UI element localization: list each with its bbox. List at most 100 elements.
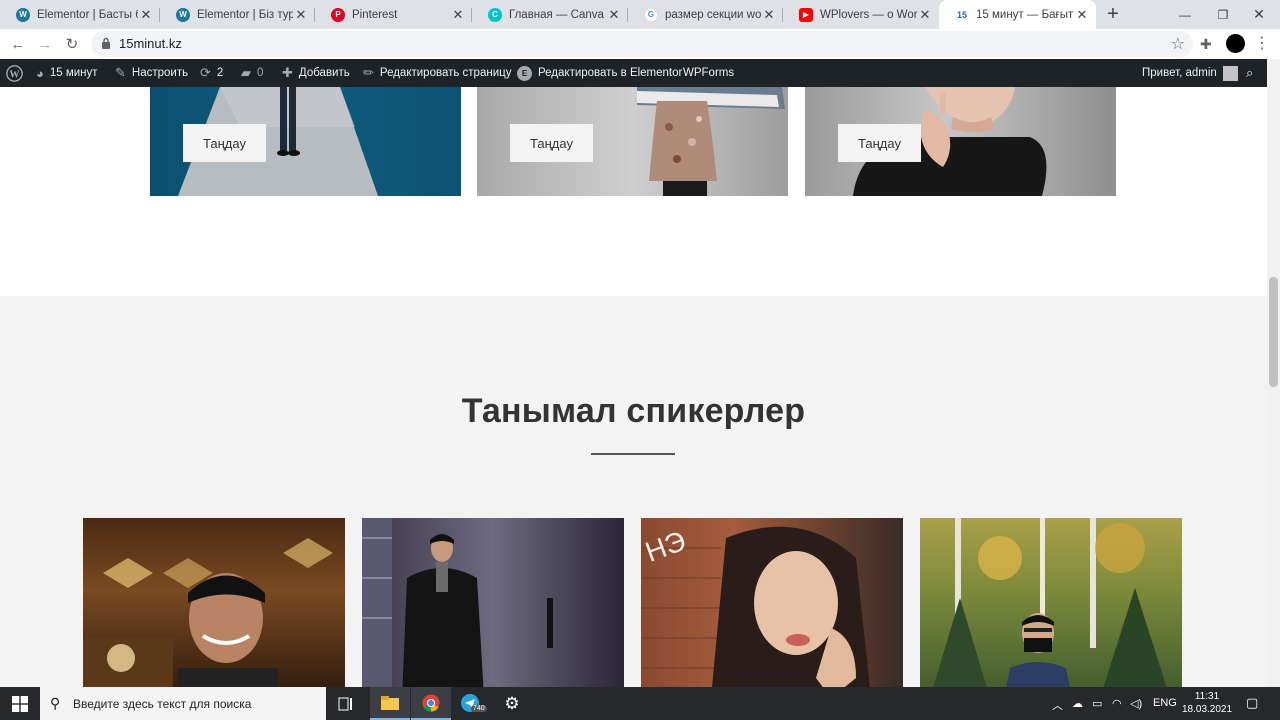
speaker-1-image xyxy=(83,538,333,687)
comments-count: 0 xyxy=(257,67,264,79)
pencil-icon: ✏ xyxy=(363,65,374,80)
speaker-photo-1[interactable] xyxy=(83,518,345,687)
new-tab-button[interactable]: + xyxy=(1102,4,1124,26)
windows-start-icon[interactable] xyxy=(12,696,28,712)
tab-title: размер секции wordpr xyxy=(665,8,761,21)
language-indicator[interactable]: ENG xyxy=(1153,697,1177,709)
close-icon[interactable]: ✕ xyxy=(606,7,622,23)
svg-text:НЭ: НЭ xyxy=(641,525,690,568)
updates-link[interactable]: ⟳ 2 xyxy=(200,59,223,87)
brush-icon: ✎ xyxy=(115,65,126,80)
choose-button[interactable]: Таңдау xyxy=(510,124,593,162)
chrome-icon[interactable] xyxy=(411,687,451,720)
search-icon: ⌕ xyxy=(1246,65,1254,80)
wordpress-icon: W xyxy=(16,7,30,22)
speaker-2-image xyxy=(362,518,553,687)
extensions-puzzle-icon[interactable]: ✚ xyxy=(1200,36,1212,53)
wpforms-label: WPForms xyxy=(683,67,735,79)
tray-chevron-icon[interactable]: ︿ xyxy=(1052,697,1063,713)
search-icon: ⚲ xyxy=(50,695,61,711)
telegram-badge: 740 xyxy=(471,705,487,712)
pinterest-icon: P xyxy=(331,7,345,22)
add-new-label: Добавить xyxy=(298,67,350,79)
tab-google-search[interactable]: G размер секции wordpr ✕ xyxy=(628,0,783,29)
svg-text:W: W xyxy=(9,69,20,80)
tab-title: Elementor | Басты бет xyxy=(37,8,138,21)
edit-page-label: Редактировать страницу xyxy=(379,67,512,79)
tab-title: 15 минут — Бағыт алу xyxy=(976,8,1074,21)
plus-icon: ✚ xyxy=(282,65,293,80)
greeting-label: Привет, admin xyxy=(1142,67,1217,79)
close-icon[interactable]: ✕ xyxy=(293,7,309,23)
close-icon[interactable]: ✕ xyxy=(917,7,933,23)
tab-15minut-active[interactable]: 15 15 минут — Бағыт алу ✕ xyxy=(939,0,1096,29)
address-bar[interactable]: 15minut.kz ☆ xyxy=(91,31,1193,57)
speaker-photo-2[interactable] xyxy=(362,518,624,687)
wpforms-menu[interactable]: WPForms xyxy=(683,59,734,87)
telegram-icon[interactable]: 740 xyxy=(451,687,491,720)
file-explorer-icon[interactable] xyxy=(370,687,410,720)
notifications-icon[interactable]: ▢ xyxy=(1246,695,1258,711)
close-icon[interactable]: ✕ xyxy=(761,7,777,23)
site-name-label: 15 минут xyxy=(49,67,98,79)
scrollbar-thumb[interactable] xyxy=(1269,277,1278,387)
edit-page-link[interactable]: ✏ Редактировать страницу xyxy=(363,59,511,87)
edit-elementor-label: Редактировать в Elementor xyxy=(538,67,683,79)
wp-admin-bar: W ◕ 15 минут ✎ Настроить ⟳ 2 ▰ 0 ✚ Добав… xyxy=(0,59,1267,87)
bookmark-star-icon[interactable]: ☆ xyxy=(1171,34,1185,54)
profile-avatar[interactable] xyxy=(1226,34,1245,53)
menu-dots-icon[interactable]: ⋮ xyxy=(1254,33,1270,53)
speaker-photo-4[interactable] xyxy=(920,518,1182,687)
tab-youtube[interactable]: ▶ WPlovers — о WordPre ✕ xyxy=(783,0,939,29)
site-name-menu[interactable]: ◕ 15 минут xyxy=(36,59,98,87)
tab-elementor-home[interactable]: W Elementor | Басты бет ✕ xyxy=(0,0,160,29)
admin-search[interactable]: ⌕ xyxy=(1246,59,1253,87)
close-icon[interactable]: ✕ xyxy=(138,7,154,23)
customize-label: Настроить xyxy=(131,67,189,79)
wp-logo-menu[interactable]: W xyxy=(6,59,23,87)
tab-title: Elementor | Біз туралы xyxy=(197,8,293,21)
taskbar-clock[interactable]: 11:31 18.03.2021 xyxy=(1182,690,1232,716)
site-15-icon: 15 xyxy=(956,9,967,20)
close-icon[interactable]: ✕ xyxy=(450,7,466,23)
url-text: 15minut.kz xyxy=(119,36,182,51)
browser-toolbar: ← → ↻ 15minut.kz ☆ xyxy=(0,29,1280,59)
close-window-icon[interactable]: ✕ xyxy=(1236,0,1280,29)
tab-title: WPlovers — о WordPre xyxy=(820,8,917,21)
close-icon[interactable]: ✕ xyxy=(1074,7,1090,23)
customize-link[interactable]: ✎ Настроить xyxy=(115,59,188,87)
google-icon: G xyxy=(644,7,658,22)
page-scrollbar[interactable] xyxy=(1267,59,1280,687)
speaker-photo-3[interactable]: НЭ xyxy=(641,518,903,687)
choose-button[interactable]: Таңдау xyxy=(183,124,266,162)
updates-count: 2 xyxy=(216,67,224,79)
battery-icon[interactable]: ▭ xyxy=(1092,697,1102,710)
task-view-icon[interactable] xyxy=(326,687,366,720)
page-content: Таңдау Таңдау Таңдау Танымал спикерлер Н… xyxy=(0,87,1267,687)
back-arrow-icon[interactable]: ← xyxy=(6,33,30,55)
add-new-menu[interactable]: ✚ Добавить xyxy=(282,59,350,87)
forward-arrow-icon[interactable]: → xyxy=(33,33,57,55)
clock-time: 11:31 xyxy=(1194,691,1220,702)
taskbar-search[interactable]: ⚲ Введите здесь текст для поиска xyxy=(40,687,326,720)
wifi-icon[interactable]: ◠ xyxy=(1112,697,1122,710)
tab-canva[interactable]: C Главная — Canva ✕ xyxy=(472,0,628,29)
reload-icon[interactable]: ↻ xyxy=(60,33,84,55)
comments-link[interactable]: ▰ 0 xyxy=(241,59,263,87)
lock-icon xyxy=(102,37,110,49)
speakers-section: Танымал спикерлер НЭ xyxy=(0,296,1267,687)
my-account-menu[interactable]: Привет, admin xyxy=(1142,59,1238,87)
volume-icon[interactable]: ◁) xyxy=(1130,697,1142,710)
windows-taskbar: ⚲ Введите здесь текст для поиска 740 ⚙ ︿… xyxy=(0,687,1280,720)
tab-elementor-about[interactable]: W Elementor | Біз туралы ✕ xyxy=(160,0,315,29)
tab-title: Pinterest xyxy=(352,8,398,21)
choose-button[interactable]: Таңдау xyxy=(838,124,921,162)
tab-strip: W Elementor | Басты бет ✕ W Elementor | … xyxy=(0,0,1280,29)
title-divider xyxy=(591,453,675,455)
onedrive-cloud-icon[interactable]: ☁ xyxy=(1072,697,1083,710)
tab-pinterest[interactable]: P Pinterest ✕ xyxy=(315,0,472,29)
edit-elementor-link[interactable]: E Редактировать в Elementor xyxy=(517,59,682,87)
updates-refresh-icon: ⟳ xyxy=(200,65,211,80)
dashboard-gauge-icon: ◕ xyxy=(36,65,44,81)
settings-gear-icon[interactable]: ⚙ xyxy=(492,687,532,720)
